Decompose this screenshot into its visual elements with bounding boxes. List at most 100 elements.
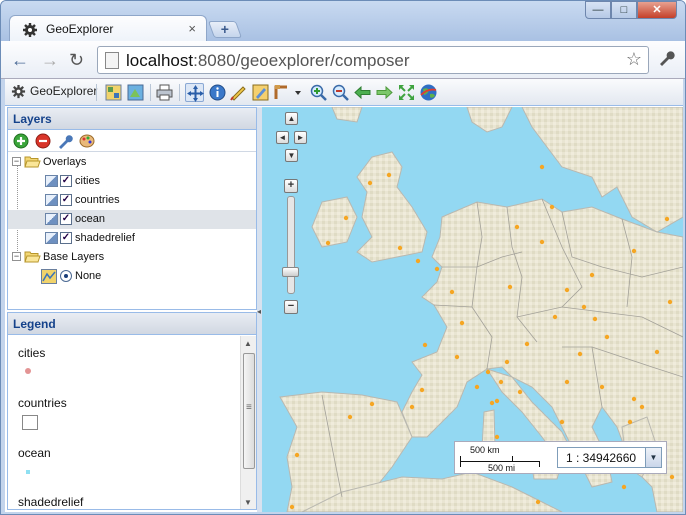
brand[interactable]: GeoExplorer [11, 84, 98, 99]
scroll-down-icon[interactable]: ▼ [244, 498, 252, 507]
max-extent-icon[interactable] [397, 83, 416, 102]
zoom-out-icon[interactable] [331, 83, 350, 102]
map-icon[interactable] [104, 83, 123, 102]
measure-icon[interactable] [229, 83, 248, 102]
legend-entry-cities: cities [18, 346, 46, 360]
pan-down-button[interactable]: ▼ [285, 149, 298, 162]
collapse-west-icon[interactable]: ◂ [257, 307, 261, 316]
title-bar: GeoExplorer × + — □ ✕ [1, 1, 685, 42]
layer-checkbox-cities[interactable]: ✓ [60, 175, 72, 187]
scale-mi-label: 500 mi [488, 463, 516, 473]
tool-dropdown-icon[interactable] [273, 83, 303, 102]
publish-icon[interactable] [126, 83, 145, 102]
layer-tools [8, 130, 256, 152]
back-button[interactable]: ← [11, 50, 29, 71]
layer-checkbox-ocean[interactable]: ✓ [60, 213, 72, 225]
scroll-up-icon[interactable]: ▲ [244, 339, 252, 348]
back-icon[interactable] [353, 83, 372, 102]
url-text[interactable]: localhost:8080/geoexplorer/composer [126, 51, 410, 71]
layer-icon [45, 232, 58, 244]
info-icon[interactable] [208, 83, 227, 102]
layers-panel: Layers − Overlays ✓ cities ✓ countries ✓… [7, 107, 257, 310]
layers-panel-title: Layers [8, 108, 256, 130]
layer-checkbox-countries[interactable]: ✓ [60, 194, 72, 206]
layer-node-ocean[interactable]: ✓ ocean [8, 210, 256, 229]
base-layer-node-none[interactable]: None [8, 267, 256, 286]
scale-km-label: 500 km [470, 445, 500, 455]
map-viewport[interactable]: ▲ ◄ ► ▼ + − 500 km 500 mi 1 : 34942660 ▼ [262, 107, 683, 512]
layer-icon [45, 175, 58, 187]
zoom-in-icon[interactable] [309, 83, 328, 102]
pan-up-button[interactable]: ▲ [285, 112, 298, 125]
scale-select[interactable]: 1 : 34942660 ▼ [557, 447, 662, 468]
base-layers-folder[interactable]: − Base Layers [8, 248, 256, 267]
layer-label: cities [75, 175, 101, 187]
remove-layer-icon[interactable] [35, 133, 51, 149]
overlays-folder[interactable]: − Overlays [8, 153, 256, 172]
print-icon[interactable] [155, 83, 174, 102]
brand-label: GeoExplorer [30, 84, 98, 98]
scale-value: 1 : 34942660 [566, 451, 637, 465]
browser-window: GeoExplorer × + — □ ✕ ← → ↻ localhost:80… [0, 0, 686, 515]
layer-node-countries[interactable]: ✓ countries [8, 191, 256, 210]
bookmark-star-icon[interactable]: ☆ [626, 49, 642, 70]
scroll-thumb[interactable]: ≡ [243, 353, 255, 469]
legend-entry-countries: countries [18, 396, 67, 410]
zoom-out-button[interactable]: − [284, 300, 298, 314]
pan-left-button[interactable]: ◄ [276, 131, 289, 144]
address-bar[interactable]: localhost:8080/geoexplorer/composer ☆ [97, 46, 649, 74]
layer-icon [45, 194, 58, 206]
layer-node-shadedrelief[interactable]: ✓ shadedrelief [8, 229, 256, 248]
legend-entry-shadedrelief: shadedrelief [18, 495, 84, 509]
base-layer-radio[interactable] [60, 270, 72, 282]
grip-icon: ≡ [246, 402, 252, 413]
ocean-symbol [26, 470, 30, 474]
forward-icon[interactable] [375, 83, 394, 102]
legend-panel: Legend cities countries ocean shadedreli… [7, 312, 257, 510]
tab-title: GeoExplorer [46, 22, 114, 36]
globe-icon[interactable] [419, 83, 438, 102]
maximize-button[interactable]: □ [611, 1, 637, 19]
edit-icon[interactable] [251, 83, 270, 102]
overlays-label: Overlays [43, 156, 87, 168]
tab-close-icon[interactable]: × [188, 21, 196, 36]
layer-node-cities[interactable]: ✓ cities [8, 172, 256, 191]
layer-label: ocean [75, 213, 105, 225]
scale-panel: 500 km 500 mi 1 : 34942660 ▼ [454, 441, 667, 474]
toolbar-separator [150, 84, 151, 101]
new-tab-button[interactable]: + [207, 21, 243, 38]
add-layer-icon[interactable] [13, 133, 29, 149]
layer-label: countries [75, 194, 120, 206]
style-palette-icon[interactable] [79, 133, 95, 149]
zoom-slider-track[interactable] [287, 196, 295, 294]
layer-label: None [75, 270, 102, 282]
base-layers-label: Base Layers [43, 251, 105, 263]
legend-scrollbar[interactable]: ▲ ≡ ▼ [240, 336, 256, 509]
forward-button[interactable]: → [41, 50, 59, 71]
page-icon [105, 52, 119, 69]
layer-checkbox-shadedrelief[interactable]: ✓ [60, 232, 72, 244]
wrench-menu-icon[interactable] [657, 49, 675, 72]
plus-icon: + [220, 21, 229, 37]
layer-label: shadedrelief [75, 232, 135, 244]
window-controls: — □ ✕ [585, 1, 677, 19]
minimize-button[interactable]: — [585, 1, 611, 19]
collapse-toggle[interactable]: − [12, 252, 21, 261]
collapse-toggle[interactable]: − [12, 157, 21, 166]
toolbar-separator [96, 84, 97, 101]
city-point-symbol [25, 368, 31, 374]
navigation-bar: ← → ↻ localhost:8080/geoexplorer/compose… [1, 41, 685, 79]
close-window-button[interactable]: ✕ [637, 1, 677, 19]
folder-open-icon [24, 156, 41, 168]
layer-properties-icon[interactable] [57, 133, 73, 149]
zoom-in-button[interactable]: + [284, 179, 298, 193]
folder-open-icon [24, 251, 41, 263]
chevron-down-icon[interactable]: ▼ [645, 448, 661, 467]
pan-right-button[interactable]: ► [294, 131, 307, 144]
legend-panel-title: Legend [8, 313, 256, 335]
zoom-slider-handle[interactable] [282, 267, 299, 277]
reload-button[interactable]: ↻ [69, 50, 84, 71]
pan-icon[interactable] [185, 83, 204, 102]
geoexplorer-app: GeoExplorer Layers − Overlays ✓ cities ✓… [5, 79, 683, 512]
browser-tab[interactable]: GeoExplorer × [9, 15, 207, 42]
